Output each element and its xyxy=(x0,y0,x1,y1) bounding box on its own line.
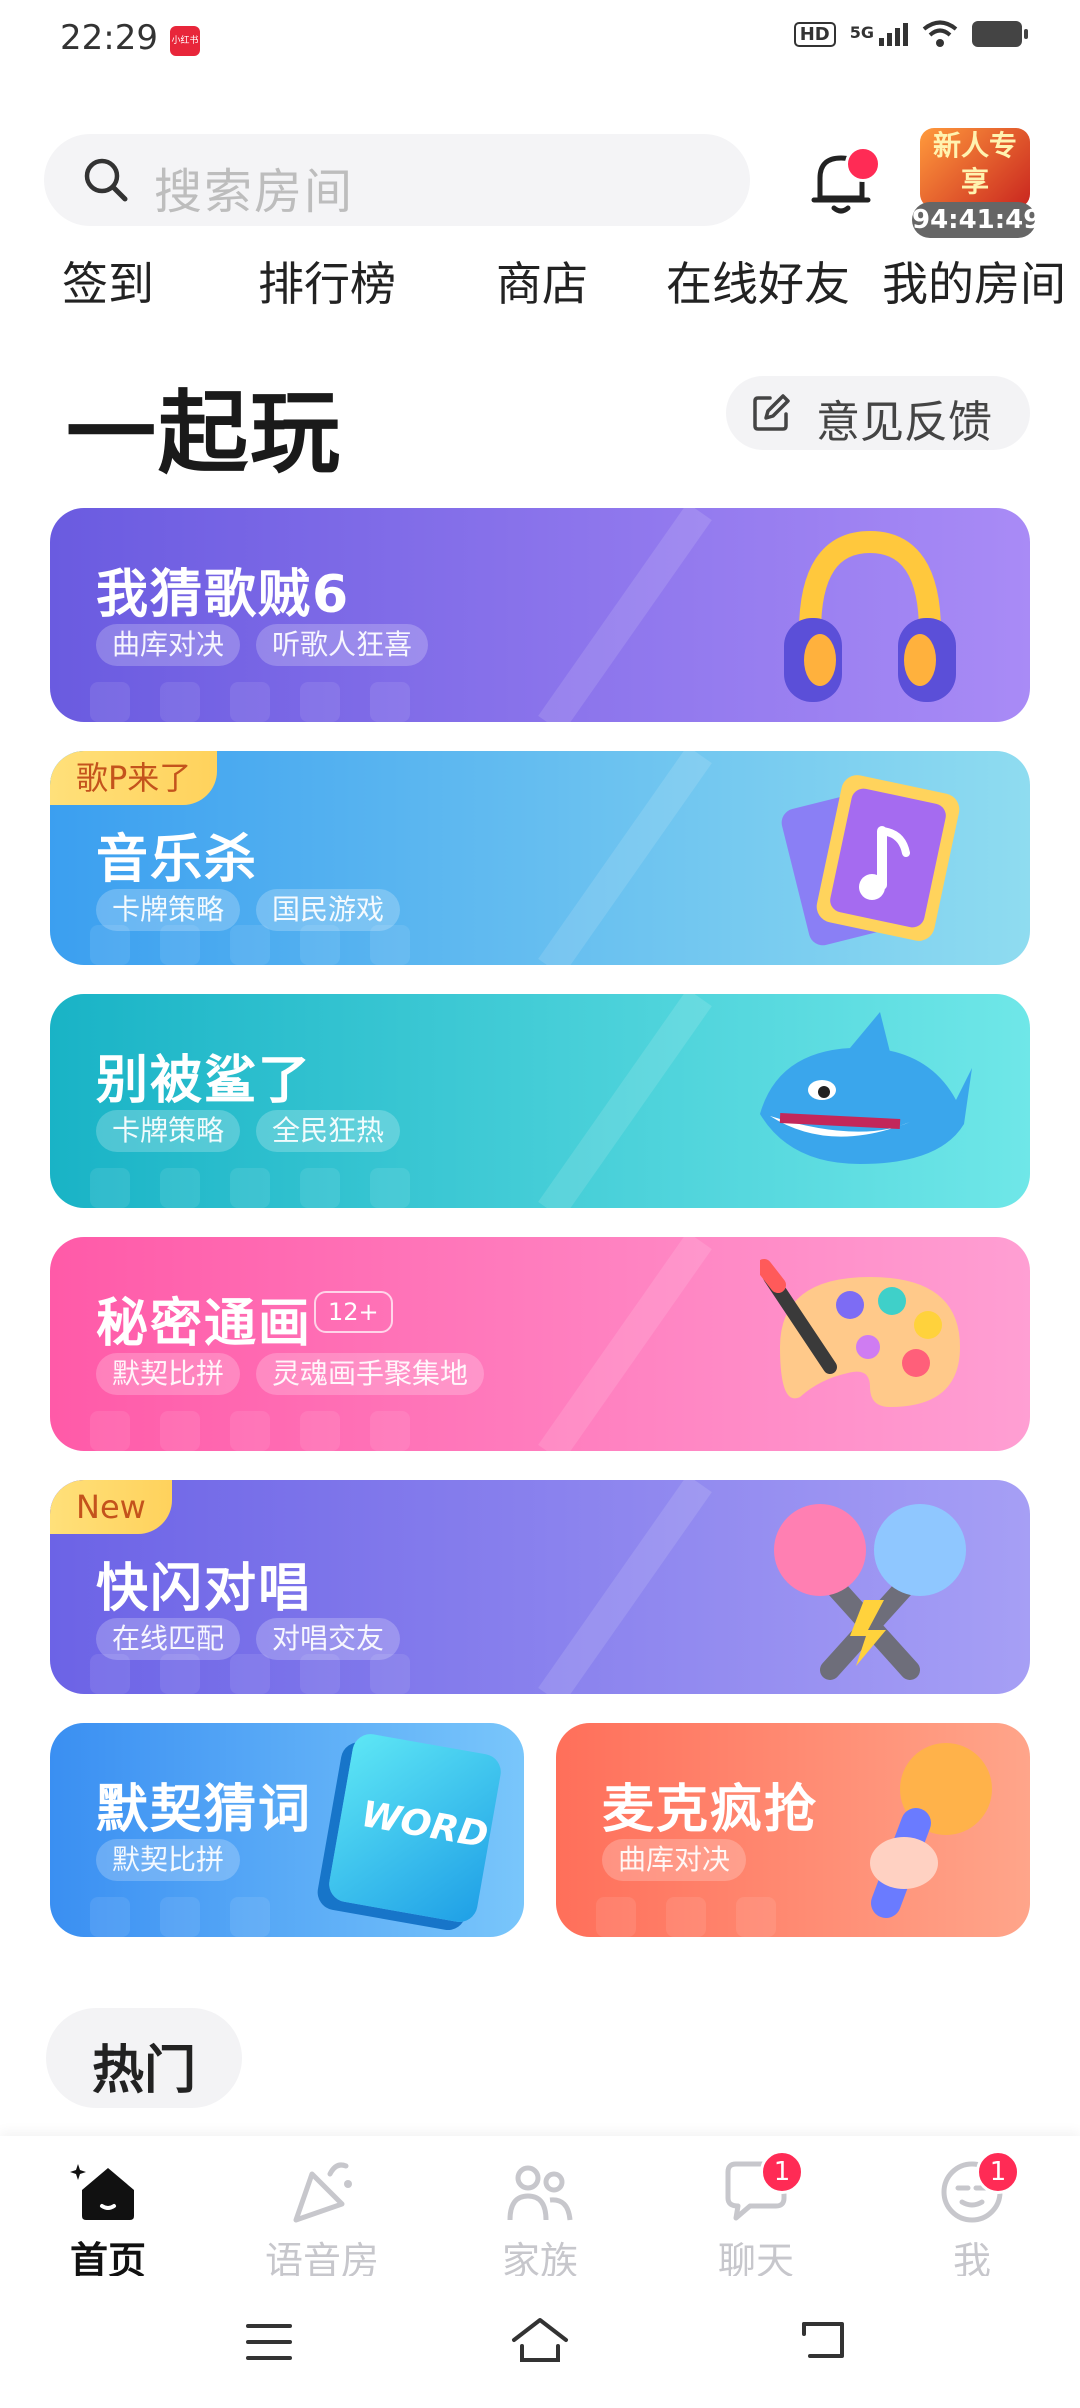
game-tag: 默契比拼 xyxy=(96,1353,241,1395)
game-tag: 灵魂画手聚集地 xyxy=(256,1353,485,1395)
game-card-word-guess[interactable]: 默契猜词 默契比拼 WORD xyxy=(50,1723,524,1937)
game-card-guess-song[interactable]: 我猜歌贼6 曲库对决 听歌人狂喜 xyxy=(50,508,1030,722)
home-icon xyxy=(70,2164,134,2220)
search-icon xyxy=(84,158,128,202)
home-nav-icon[interactable] xyxy=(508,2314,572,2366)
promo-countdown: 94:41:49 xyxy=(912,202,1041,238)
game-card-mic-grab[interactable]: 麦克疯抢 曲库对决 xyxy=(556,1723,1030,1937)
game-tag: 卡牌策略 xyxy=(96,1110,241,1152)
quick-link-shop[interactable]: 商店 xyxy=(496,248,588,314)
game-title: 麦克疯抢 xyxy=(602,1780,819,1840)
game-tag: 国民游戏 xyxy=(256,889,401,931)
quick-links: 签到 排行榜 商店 在线好友 我的房间 xyxy=(0,248,1080,318)
game-title: 音乐杀 xyxy=(96,830,259,890)
game-tag: 全民狂热 xyxy=(256,1110,401,1152)
search-bar[interactable]: 搜索房间 xyxy=(44,134,750,226)
headphones-icon xyxy=(784,530,956,702)
hot-tab[interactable]: 热门 xyxy=(46,2008,242,2108)
quick-link-ranking[interactable]: 排行榜 xyxy=(258,248,396,314)
word-book-icon: WORD xyxy=(326,1731,504,1925)
status-time: 22:29 xyxy=(60,18,158,58)
wifi-icon xyxy=(922,20,958,47)
game-card-flash-duet[interactable]: New 快闪对唱 在线匹配 对唱交友 xyxy=(50,1480,1030,1694)
status-icons: HD 5G xyxy=(793,20,1028,48)
game-tag: 卡牌策略 xyxy=(96,889,241,931)
tab-home[interactable]: 首页 xyxy=(38,2156,178,2285)
signal-icon: 5G xyxy=(850,22,908,46)
game-tag: 听歌人狂喜 xyxy=(256,624,429,666)
quick-link-online-friends[interactable]: 在线好友 xyxy=(666,248,850,314)
shark-icon xyxy=(760,1012,972,1164)
game-card-shark[interactable]: 别被鲨了 卡牌策略 全民狂热 xyxy=(50,994,1030,1208)
game-tag: 曲库对决 xyxy=(96,624,241,666)
game-tag: 对唱交友 xyxy=(256,1618,401,1660)
section-title: 一起玩 xyxy=(66,381,342,486)
feedback-label: 意见反馈 xyxy=(816,397,992,448)
game-title: 我猜歌贼6 xyxy=(96,565,351,625)
feedback-button[interactable]: 意见反馈 xyxy=(726,376,1030,450)
edit-icon xyxy=(753,394,790,431)
hot-label: 热门 xyxy=(92,2041,197,2101)
age-rating-badge: 12+ xyxy=(314,1291,393,1333)
game-tag: 默契比拼 xyxy=(96,1839,241,1881)
me-unread-badge: 1 xyxy=(976,2150,1020,2194)
new-badge: New xyxy=(50,1480,172,1534)
game-title: 默契猜词 xyxy=(96,1780,313,1840)
game-title: 秘密通画 xyxy=(96,1294,313,1354)
quick-link-checkin[interactable]: 签到 xyxy=(62,248,154,314)
new-user-promo[interactable]: 新人专享 94:41:49 xyxy=(912,128,1041,238)
quick-link-my-room[interactable]: 我的房间 xyxy=(882,248,1066,314)
promo-badge: 新人专享 xyxy=(920,128,1030,208)
family-icon xyxy=(507,2165,573,2221)
tab-me[interactable]: 1 我 xyxy=(902,2150,1042,2285)
system-navigation-bar xyxy=(0,2276,1080,2408)
game-title: 快闪对唱 xyxy=(96,1559,313,1619)
microphones-icon xyxy=(774,1504,966,1680)
party-popper-icon xyxy=(293,2162,352,2223)
paint-palette-icon xyxy=(760,1259,960,1407)
status-bar: 22:29 小红书 HD 5G xyxy=(0,0,1080,80)
tab-family[interactable]: 家族 xyxy=(470,2156,610,2285)
microphone-hand-icon xyxy=(870,1743,992,1918)
tab-voice-room[interactable]: 语音房 xyxy=(252,2156,392,2285)
tab-chat[interactable]: 1 聊天 xyxy=(686,2150,826,2285)
menu-icon[interactable] xyxy=(244,2320,294,2364)
notification-dot xyxy=(845,146,881,182)
search-placeholder: 搜索房间 xyxy=(154,164,355,220)
app-notification-icon: 小红书 xyxy=(170,26,200,56)
music-card-icon xyxy=(781,775,960,946)
game-tag: 在线匹配 xyxy=(96,1618,241,1660)
game-title: 别被鲨了 xyxy=(96,1051,313,1111)
chat-unread-badge: 1 xyxy=(760,2150,804,2194)
bottom-tab-bar: 首页 语音房 家族 1 聊天 1 我 xyxy=(0,2136,1080,2283)
game-card-secret-drawing[interactable]: 秘密通画 12+ 默契比拼 灵魂画手聚集地 xyxy=(50,1237,1030,1451)
back-icon[interactable] xyxy=(796,2316,850,2364)
game-card-music-kill[interactable]: 歌P来了 音乐杀 卡牌策略 国民游戏 xyxy=(50,751,1030,965)
hd-icon: HD xyxy=(793,21,836,47)
game-tag: 曲库对决 xyxy=(602,1839,747,1881)
event-badge: 歌P来了 xyxy=(50,751,218,805)
battery-icon xyxy=(972,21,1028,47)
